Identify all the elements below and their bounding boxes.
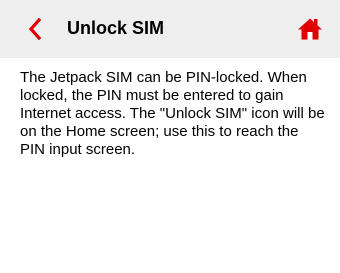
header-bar: Unlock SIM (0, 0, 340, 58)
home-button[interactable] (293, 12, 327, 46)
page-title: Unlock SIM (67, 18, 165, 38)
unlock-sim-screen: Unlock SIM The Jetpack SIM can be PIN-lo… (0, 0, 340, 273)
description-text: The Jetpack SIM can be PIN-locked. When … (20, 69, 325, 158)
home-icon (298, 18, 322, 40)
back-button[interactable] (20, 14, 50, 44)
chevron-left-icon (28, 18, 42, 40)
